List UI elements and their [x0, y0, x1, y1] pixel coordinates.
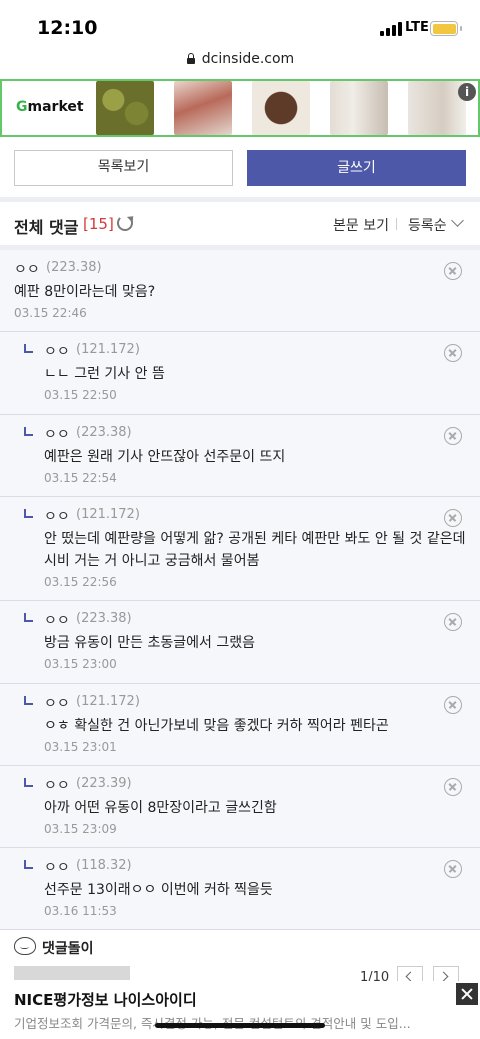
comment-nickname[interactable]: ㅇㅇ: [44, 506, 70, 526]
comment-text: 선주문 13이래ㅇㅇ 이번에 커하 찍을듯: [44, 882, 273, 898]
reply-arrow-icon: [24, 344, 33, 353]
delete-icon[interactable]: [444, 344, 462, 362]
ad-product-image[interactable]: [96, 81, 154, 135]
delete-icon[interactable]: [444, 860, 462, 878]
comment-reply-item: ㅇㅇ (223.39) 아까 어떤 유동이 8만장이라고 글쓰긴함 03.15 …: [0, 766, 480, 848]
reply-arrow-icon: [24, 696, 33, 705]
comment-text: 예판 8만이라는데 맞음?: [14, 284, 156, 300]
comment-ip: (121.172): [76, 507, 140, 522]
chevron-right-icon: [438, 971, 449, 982]
comment-date: 03.15 23:00: [44, 657, 117, 671]
home-indicator[interactable]: [155, 1023, 325, 1028]
comment-date: 03.15 22:54: [44, 471, 117, 485]
status-time: 12:10: [37, 17, 98, 39]
comment-ip: (223.38): [76, 611, 132, 626]
comment-reply-item: ㅇㅇ (121.172) 안 떴는데 예판량을 어떻게 앎? 공개된 케타 예판…: [0, 497, 480, 601]
action-button-row: 목록보기 글쓰기: [0, 141, 480, 197]
comment-ip: (121.172): [76, 342, 140, 357]
delete-icon[interactable]: [444, 613, 462, 631]
comment-date: 03.15 22:46: [14, 306, 87, 320]
comment-reply-item: ㅇㅇ (121.172) ㄴㄴ 그런 기사 안 뜸 03.15 22:50: [0, 332, 480, 415]
comment-reply-item: ㅇㅇ (118.32) 선주문 13이래ㅇㅇ 이번에 커하 찍을듯 03.16 …: [0, 848, 480, 930]
delete-icon[interactable]: [444, 509, 462, 527]
reply-arrow-icon: [24, 778, 33, 787]
comment-text: 방금 유동이 만든 초동글에서 그랬음: [44, 635, 255, 651]
chevron-down-icon[interactable]: [451, 214, 464, 227]
battery-icon: [430, 21, 462, 36]
comment-nickname[interactable]: ㅇㅇ: [44, 857, 70, 877]
list-button[interactable]: 목록보기: [14, 150, 233, 186]
sort-order-dropdown[interactable]: 등록순: [408, 215, 447, 235]
dumpling-icon: [14, 937, 36, 955]
lock-icon: [186, 53, 196, 64]
view-post-link[interactable]: 본문 보기: [333, 215, 389, 235]
header-separator: [396, 218, 397, 230]
bottom-ad-banner[interactable]: NICE평가정보 나이스아이디 기업정보조회 가격문의, 즉시결정 가능, 전문…: [0, 981, 480, 1039]
comment-date: 03.15 23:01: [44, 740, 117, 754]
comment-text: 안 떴는데 예판량을 어떻게 앎? 공개된 케타 예판만 봐도 안 될 것 같은…: [44, 531, 466, 547]
signal-icon: [380, 22, 402, 36]
comment-count: [15]: [83, 215, 114, 233]
close-icon[interactable]: [456, 983, 478, 1005]
status-bar: 12:10 LTE: [0, 0, 480, 46]
comment-text: 예판은 원래 기사 안뜨잖아 선주문이 뜨지: [44, 449, 286, 465]
comment-header-title: 전체 댓글: [14, 218, 79, 237]
reply-arrow-icon: [24, 427, 33, 436]
comment-header: 전체 댓글 [15] 본문 보기 등록순: [0, 203, 480, 245]
comment-ip: (121.172): [76, 694, 140, 709]
comment-ip: (223.38): [46, 260, 102, 275]
ad-banner[interactable]: Gmarket i: [0, 79, 480, 137]
delete-icon[interactable]: [444, 696, 462, 714]
comment-text: ㅇㅎ 확실한 건 아닌가보네 맞음 좋겠다 커하 찍어라 펜타곤: [44, 718, 389, 734]
section-divider: [0, 197, 480, 202]
delete-icon[interactable]: [444, 427, 462, 445]
ad-product-image[interactable]: [174, 81, 232, 135]
comment-nickname[interactable]: ㅇㅇ: [44, 610, 70, 630]
ad-product-image[interactable]: [330, 81, 388, 135]
comment-reply-item: ㅇㅇ (223.38) 방금 유동이 만든 초동글에서 그랬음 03.15 23…: [0, 601, 480, 684]
comment-item: ㅇㅇ (223.38) 예판 8만이라는데 맞음? 03.15 22:46: [0, 250, 480, 332]
comment-reply-item: ㅇㅇ (223.38) 예판은 원래 기사 안뜨잖아 선주문이 뜨지 03.15…: [0, 415, 480, 497]
comment-bot-thumbnail[interactable]: [14, 966, 130, 980]
comment-date: 03.16 11:53: [44, 904, 117, 918]
comment-date: 03.15 23:09: [44, 822, 117, 836]
write-button[interactable]: 글쓰기: [247, 150, 466, 186]
delete-icon[interactable]: [444, 262, 462, 280]
comment-ip: (223.38): [76, 425, 132, 440]
refresh-icon[interactable]: [117, 215, 133, 231]
comment-nickname[interactable]: ㅇㅇ: [44, 341, 70, 361]
network-label: LTE: [405, 20, 429, 35]
reply-arrow-icon: [24, 613, 33, 622]
comment-bot-title: 댓글돌이: [42, 941, 94, 957]
comment-nickname[interactable]: ㅇㅇ: [14, 259, 40, 279]
chevron-left-icon: [405, 971, 416, 982]
reply-arrow-icon: [24, 509, 33, 518]
comment-text: 시비 거는 거 아니고 궁금해서 물어봄: [44, 553, 260, 569]
comment-reply-item: ㅇㅇ (121.172) ㅇㅎ 확실한 건 아닌가보네 맞음 좋겠다 커하 찍어…: [0, 684, 480, 766]
comment-nickname[interactable]: ㅇㅇ: [44, 424, 70, 444]
comment-date: 03.15 22:56: [44, 575, 117, 589]
prev-page-button[interactable]: [397, 966, 423, 982]
comment-text: 아까 어떤 유동이 8만장이라고 글쓰긴함: [44, 800, 277, 816]
comment-ip: (118.32): [76, 858, 132, 873]
ad-info-icon[interactable]: i: [458, 83, 476, 101]
comment-date: 03.15 22:50: [44, 388, 117, 402]
gmarket-logo: Gmarket: [16, 99, 84, 115]
ad-product-image[interactable]: [252, 81, 310, 135]
delete-icon[interactable]: [444, 778, 462, 796]
next-page-button[interactable]: [433, 966, 459, 982]
comment-text: ㄴㄴ 그런 기사 안 뜸: [44, 366, 165, 382]
comment-ip: (223.39): [76, 776, 132, 791]
comment-nickname[interactable]: ㅇㅇ: [44, 775, 70, 795]
reply-arrow-icon: [24, 860, 33, 869]
url-text: dcinside.com: [201, 51, 295, 67]
comment-nickname[interactable]: ㅇㅇ: [44, 693, 70, 713]
comment-bot-section: 댓글돌이 1/10: [0, 930, 480, 985]
bottom-ad-title: NICE평가정보 나이스아이디: [14, 991, 197, 1009]
address-bar[interactable]: dcinside.com: [0, 48, 480, 72]
